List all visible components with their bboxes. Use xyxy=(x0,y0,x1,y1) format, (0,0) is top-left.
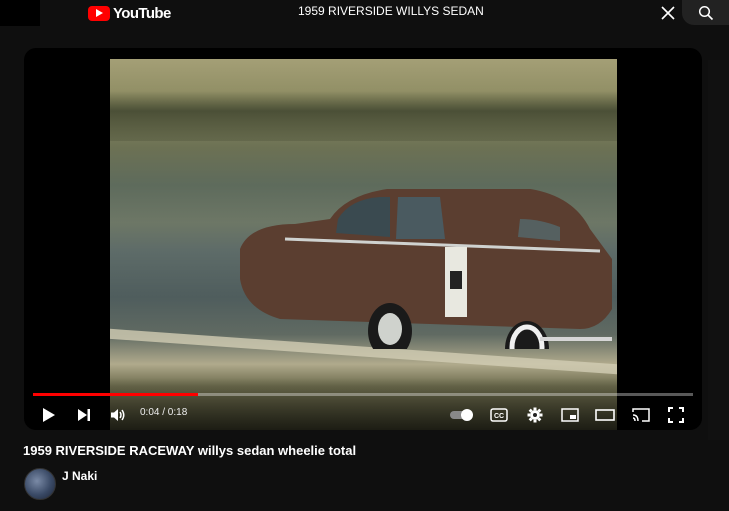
cast-icon xyxy=(632,408,650,422)
search-icon xyxy=(698,5,713,20)
next-button[interactable] xyxy=(73,404,95,426)
avatar[interactable] xyxy=(24,468,56,500)
cast-button[interactable] xyxy=(630,405,652,425)
logo-text: YouTube xyxy=(113,4,171,22)
clear-search-button[interactable] xyxy=(656,2,680,24)
side-panel-edge xyxy=(708,60,729,440)
subtitles-button[interactable]: CC xyxy=(488,405,510,425)
video-player[interactable]: 0:04 / 0:18 CC xyxy=(24,48,702,430)
search-button[interactable] xyxy=(682,0,729,25)
settings-button[interactable] xyxy=(524,404,546,426)
next-icon xyxy=(78,409,90,421)
video-frame[interactable] xyxy=(110,59,617,430)
search-query[interactable]: 1959 RIVERSIDE WILLYS SEDAN xyxy=(298,4,484,18)
theater-icon xyxy=(595,409,615,421)
autoplay-toggle[interactable] xyxy=(448,406,476,424)
youtube-play-icon xyxy=(88,5,110,21)
theater-mode-button[interactable] xyxy=(594,405,616,425)
mute-button[interactable] xyxy=(107,404,129,426)
fullscreen-icon xyxy=(668,407,684,423)
progress-bar[interactable] xyxy=(33,393,693,396)
top-bar-edge xyxy=(0,0,40,26)
video-title: 1959 RIVERSIDE RACEWAY willys sedan whee… xyxy=(23,443,357,458)
subtitles-icon: CC xyxy=(490,408,508,422)
top-bar: YouTube 1959 RIVERSIDE WILLYS SEDAN xyxy=(0,0,729,26)
autoplay-toggle-icon xyxy=(450,409,473,421)
close-icon xyxy=(661,6,675,20)
channel-name[interactable]: J Naki xyxy=(62,469,97,483)
fullscreen-button[interactable] xyxy=(665,404,687,426)
miniplayer-icon xyxy=(561,408,579,422)
volume-icon xyxy=(111,409,125,421)
time-display: 0:04 / 0:18 xyxy=(140,407,188,418)
subtitles-label: CC xyxy=(494,413,504,420)
channel-row: J Naki xyxy=(22,464,712,509)
play-button[interactable] xyxy=(38,404,60,426)
play-icon xyxy=(43,408,55,422)
progress-bar-fill xyxy=(33,393,198,396)
video-background-hills xyxy=(110,91,617,141)
youtube-logo[interactable]: YouTube xyxy=(88,2,171,24)
miniplayer-button[interactable] xyxy=(559,405,581,425)
video-car-image xyxy=(240,189,612,349)
gear-icon xyxy=(527,407,543,423)
